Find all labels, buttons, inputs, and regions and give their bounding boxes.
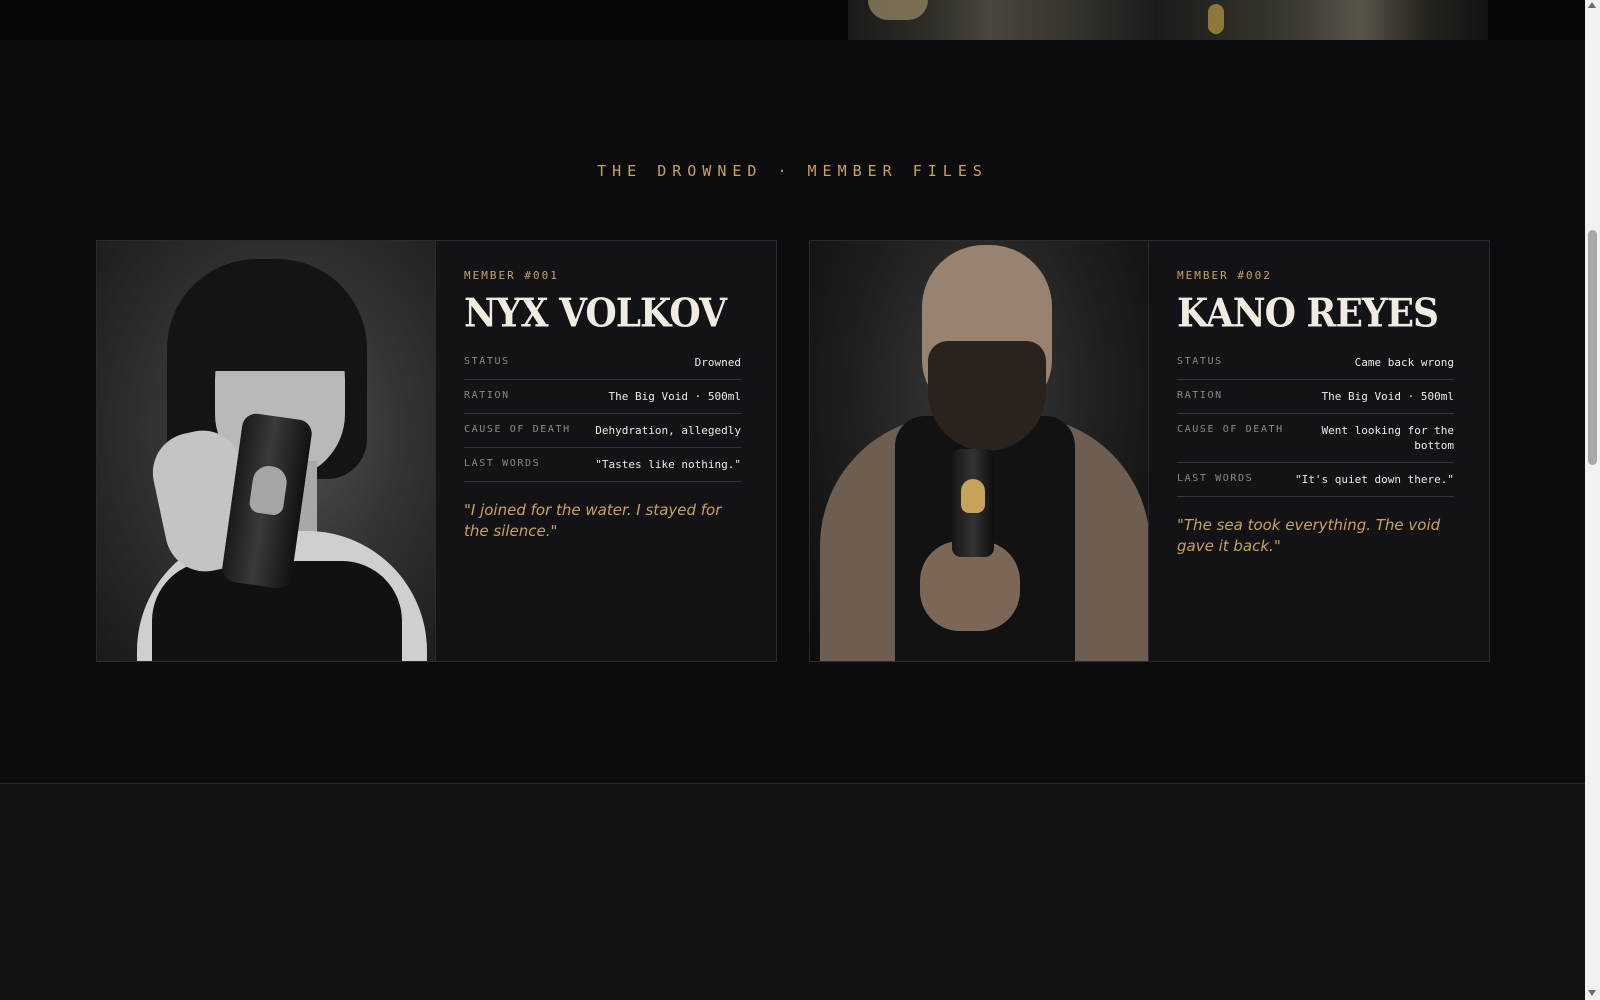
drink-can-graphic — [952, 449, 994, 557]
member-card: MEMBER #001 NYX VOLKOV STATUS Drowned RA… — [96, 240, 777, 662]
detail-value: The Big Void · 500ml — [1321, 390, 1454, 403]
member-quote: "I joined for the water. I stayed for th… — [464, 501, 722, 540]
detail-value: Dehydration, allegedly — [595, 424, 741, 437]
skull-logo-icon — [248, 463, 289, 517]
detail-row-cause-of-death: CAUSE OF DEATH Went looking for the bott… — [1177, 414, 1454, 463]
scrollbar-thumb[interactable] — [1588, 230, 1597, 465]
member-info: MEMBER #001 NYX VOLKOV STATUS Drowned RA… — [464, 269, 741, 542]
detail-row-status: STATUS Drowned — [464, 346, 741, 380]
detail-value: Went looking for the bottom — [1321, 424, 1454, 452]
next-section — [0, 784, 1585, 1000]
member-details: STATUS Came back wrong RATION The Big Vo… — [1177, 346, 1454, 497]
detail-row-ration: RATION The Big Void · 500ml — [464, 380, 741, 414]
member-files-section: THE DROWNED · MEMBER FILES MEMBER #001 N… — [0, 40, 1585, 783]
member-details: STATUS Drowned RATION The Big Void · 500… — [464, 346, 741, 482]
page-scrollbar[interactable] — [1585, 0, 1600, 1000]
member-number: MEMBER #002 — [1177, 269, 1272, 282]
detail-label: CAUSE OF DEATH — [1177, 424, 1284, 435]
detail-row-last-words: LAST WORDS "Tastes like nothing." — [464, 448, 741, 482]
member-info: MEMBER #002 KANO REYES STATUS Came back … — [1177, 269, 1454, 557]
section-title: THE DROWNED · MEMBER FILES — [597, 162, 988, 180]
skull-can-graphic — [1208, 4, 1224, 34]
scroll-up-arrow-icon[interactable] — [1588, 2, 1596, 8]
detail-value: The Big Void · 500ml — [608, 390, 741, 403]
detail-label: STATUS — [464, 356, 510, 367]
detail-value: Drowned — [694, 356, 741, 369]
detail-row-ration: RATION The Big Void · 500ml — [1177, 380, 1454, 414]
member-quote: "The sea took everything. The void gave … — [1177, 516, 1441, 555]
detail-label: LAST WORDS — [464, 458, 541, 469]
detail-label: CAUSE OF DEATH — [464, 424, 571, 435]
member-portrait — [810, 241, 1149, 661]
detail-row-cause-of-death: CAUSE OF DEATH Dehydration, allegedly — [464, 414, 741, 448]
member-name: KANO REYES — [1177, 290, 1439, 337]
scroll-down-arrow-icon[interactable] — [1588, 990, 1596, 996]
detail-label: LAST WORDS — [1177, 473, 1254, 484]
member-portrait — [97, 241, 436, 661]
detail-row-last-words: LAST WORDS "It's quiet down there." — [1177, 463, 1454, 497]
member-name: NYX VOLKOV — [464, 290, 727, 337]
detail-value: "Tastes like nothing." — [595, 458, 741, 471]
detail-value: Came back wrong — [1354, 356, 1454, 369]
member-number: MEMBER #001 — [464, 269, 559, 282]
detail-label: RATION — [1177, 390, 1223, 401]
detail-label: STATUS — [1177, 356, 1223, 367]
detail-value: "It's quiet down there." — [1295, 473, 1454, 486]
detail-row-status: STATUS Came back wrong — [1177, 346, 1454, 380]
hero-photo — [848, 0, 1488, 40]
top-image-strip — [0, 0, 1585, 40]
detail-label: RATION — [464, 390, 510, 401]
skull-logo-icon — [961, 479, 985, 513]
photo-detail-plate — [868, 0, 928, 20]
member-card: MEMBER #002 KANO REYES STATUS Came back … — [809, 240, 1490, 662]
